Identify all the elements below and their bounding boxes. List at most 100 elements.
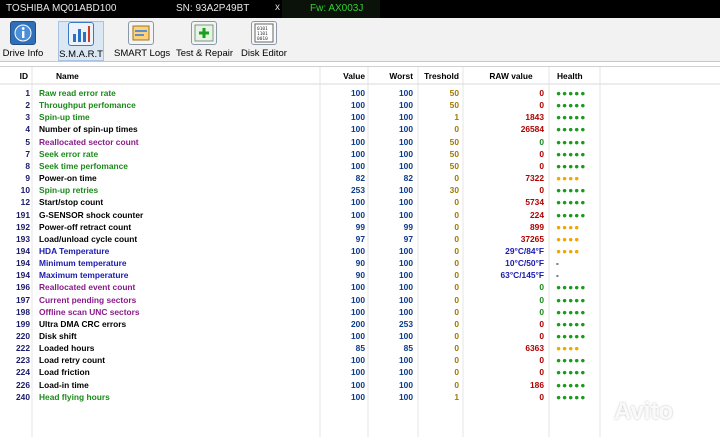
disk-editor-button[interactable]: 0101 1101 0010 Disk Editor [240,21,288,61]
attr-raw-value: 0 [539,355,544,366]
attr-worst: 99 [403,221,413,232]
attr-name: Maximum temperature [39,270,129,281]
attr-value: 100 [351,367,365,378]
attr-worst: 100 [399,160,413,171]
drive-info-button[interactable]: Drive Info [2,21,44,61]
table-row[interactable]: 194 HDA Temperature 100 100 0 29°C/84°F ●●●● [0,245,720,257]
table-row[interactable]: 194 Maximum temperature 90 100 0 63°C/145°F - [0,269,720,281]
attr-threshold: 0 [454,355,459,366]
attr-value: 100 [351,391,365,402]
attr-health: ●●●● [556,245,581,256]
table-row[interactable]: 198 Offline scan UNC sectors 100 100 0 0 ●●●●● [0,306,720,318]
attr-name: Start/stop count [39,197,104,208]
smart-button[interactable]: S.M.A.R.T [58,21,104,61]
col-raw-header[interactable]: RAW value [486,70,536,82]
attr-threshold: 0 [454,233,459,244]
attr-worst: 97 [403,233,413,244]
attr-name: Head flying hours [39,391,110,402]
table-row[interactable]: 4 Number of spin-up times 100 100 0 26584 ●●●●… [0,123,720,135]
table-row[interactable]: 199 Ultra DMA CRC errors 200 253 0 0 ●●●●● [0,318,720,330]
attr-name: Load retry count [39,355,106,366]
attr-name: Spin-up time [39,112,90,123]
attr-worst: 100 [399,270,413,281]
attr-raw-value: 0 [539,367,544,378]
col-worst-header[interactable]: Worst [368,70,413,82]
attr-worst: 100 [399,331,413,341]
attr-value: 253 [351,185,365,196]
attr-raw-value: 0 [539,100,544,111]
attr-health: ●●●● [556,233,581,244]
table-row[interactable]: 5 Reallocated sector count 100 100 50 0 ●●●●● [0,136,720,148]
attr-id: 194 [16,270,30,281]
table-row[interactable]: 194 Minimum temperature 90 100 0 10°C/50°F - [0,257,720,269]
table-row[interactable]: 226 Load-in time 100 100 0 186 ●●●●● [0,379,720,391]
attr-value: 90 [355,270,365,281]
attr-id: 191 [16,209,30,220]
col-value-header[interactable]: Value [320,70,365,82]
attr-threshold: 0 [454,343,459,354]
attr-health: ●●●● [556,221,581,232]
attr-raw-value: 10°C/50°F [505,258,544,269]
table-row[interactable]: 224 Load friction 100 100 0 0 ●●●●● [0,366,720,378]
attr-health: ●●●●● [556,112,587,123]
attr-id: 198 [16,306,30,317]
attr-health: - [556,270,560,281]
attr-name: Reallocated sector count [39,136,139,147]
attr-id: 194 [16,258,30,269]
attr-value: 200 [351,318,365,329]
attr-threshold: 0 [454,306,459,317]
attr-health: ●●●●● [556,379,587,390]
table-row[interactable]: 10 Spin-up retries 253 100 30 0 ●●●●● [0,184,720,196]
table-row[interactable]: 2 Throughput perfomance 100 100 50 0 ●●●●● [0,99,720,111]
table-row[interactable]: 7 Seek error rate 100 100 50 0 ●●●●● [0,148,720,160]
attr-worst: 100 [399,355,413,366]
table-row[interactable]: 220 Disk shift 100 100 0 0 ●●●●● [0,330,720,342]
table-row[interactable]: 192 Power-off retract count 99 99 0 899 ●●●● [0,221,720,233]
table-row[interactable]: 1 Raw read error rate 100 100 50 0 ●●●●● [0,87,720,99]
attr-health: ●●●●● [556,391,587,402]
table-row[interactable]: 8 Seek time perfomance 100 100 50 0 ●●●●● [0,160,720,172]
attr-worst: 100 [399,100,413,111]
table-row[interactable]: 240 Head flying hours 100 100 1 0 ●●●●● [0,391,720,403]
attr-raw-value: 0 [539,318,544,329]
col-name-header[interactable]: Name [56,70,79,82]
attr-value: 100 [351,88,365,98]
attr-id: 197 [16,294,30,305]
col-id-header[interactable]: ID [0,70,28,82]
attr-raw-value: 0 [539,306,544,317]
table-row[interactable]: 197 Current pending sectors 100 100 0 0 ●●●●● [0,294,720,306]
col-threshold-header[interactable]: Treshold [418,70,459,82]
attr-value: 85 [355,343,365,354]
table-row[interactable]: 191 G-SENSOR shock counter 100 100 0 224 ●●●●● [0,209,720,221]
attr-raw-value: 6363 [525,343,544,354]
attr-threshold: 0 [454,294,459,305]
table-row[interactable]: 3 Spin-up time 100 100 1 1843 ●●●●● [0,111,720,123]
table-row[interactable]: 196 Reallocated event count 100 100 0 0 ●●●●● [0,281,720,293]
smart-logs-button[interactable]: SMART Logs [114,21,170,61]
table-row[interactable]: 9 Power-on time 82 82 0 7322 ●●●● [0,172,720,184]
table-row[interactable]: 193 Load/unload cycle count 97 97 0 37265 ●●●● [0,233,720,245]
attr-id: 194 [16,245,30,256]
attr-value: 100 [351,148,365,159]
test-repair-button[interactable]: Test & Repair [176,21,234,61]
attr-worst: 100 [399,112,413,123]
attr-worst: 100 [399,88,413,98]
attr-worst: 85 [403,343,413,354]
attr-threshold: 0 [454,270,459,281]
test-repair-label: Test & Repair [176,48,234,59]
attr-id: 5 [25,136,30,147]
drive-model: TOSHIBA MQ01ABD100 [6,3,117,14]
attr-health: ●●●●● [556,197,587,208]
table-row[interactable]: 223 Load retry count 100 100 0 0 ●●●●● [0,354,720,366]
close-icon[interactable]: x [275,2,280,13]
table-row[interactable]: 222 Loaded hours 85 85 0 6363 ●●●● [0,342,720,354]
smart-chart-icon [68,22,94,46]
attr-raw-value: 0 [539,160,544,171]
table-row[interactable]: 12 Start/stop count 100 100 0 5734 ●●●●● [0,196,720,208]
attr-id: 3 [25,112,30,123]
col-health-header[interactable]: Health [557,70,583,82]
attr-threshold: 0 [454,331,459,341]
attr-raw-value: 0 [539,282,544,293]
drive-info-label: Drive Info [2,48,44,59]
smart-label: S.M.A.R.T [59,49,103,60]
